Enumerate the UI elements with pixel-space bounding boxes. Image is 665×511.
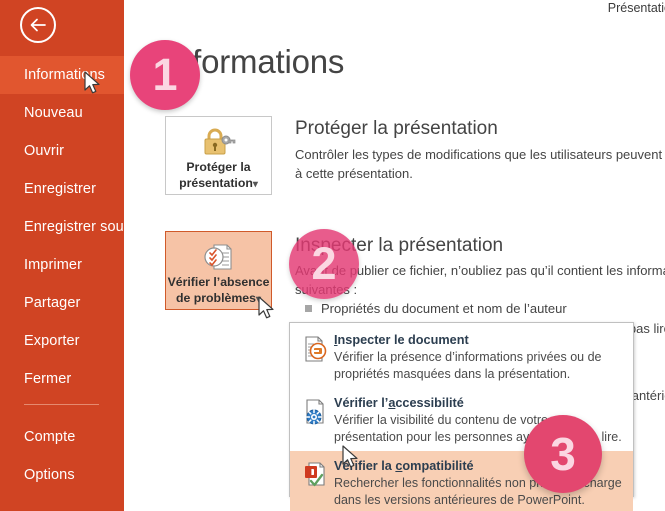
compatibility-check-glyph xyxy=(305,462,325,487)
menu-item-title: Vérifier la compatibilité xyxy=(334,459,474,473)
sidebar-item-informations[interactable]: Informations xyxy=(0,56,124,94)
chevron-down-icon[interactable]: ▾ xyxy=(256,294,261,305)
bullet-square-icon xyxy=(305,305,312,312)
menu-item-description: Vérifier la présence d’informations priv… xyxy=(334,350,602,381)
menu-item-title: Inspecter le document xyxy=(334,333,469,347)
protect-section-title: Protéger la présentation xyxy=(295,118,498,139)
sidebar-item-ouvrir[interactable]: Ouvrir xyxy=(0,132,124,170)
sidebar-item-nouveau[interactable]: Nouveau xyxy=(0,94,124,132)
back-arrow-glyph xyxy=(30,18,46,32)
menu-item-inspecter-le-document[interactable]: Inspecter le document Vérifier la présen… xyxy=(290,325,633,388)
sidebar-item-label: Nouveau xyxy=(24,105,83,121)
compatibility-check-icon xyxy=(298,456,334,494)
callout-badge-1: 1 xyxy=(130,40,200,110)
powerpoint-backstage-screen: Informations Nouveau Ouvrir Enregistrer … xyxy=(0,0,665,511)
sidebar-item-label: Fermer xyxy=(24,371,72,387)
document-check-glyph xyxy=(203,244,232,270)
sidebar-item-label: Compte xyxy=(24,429,76,445)
sidebar-item-compte[interactable]: Compte xyxy=(0,418,124,456)
sidebar-item-partager[interactable]: Partager xyxy=(0,284,124,322)
accessibility-icon xyxy=(298,393,334,431)
callout-badge-3: 3 xyxy=(524,415,602,493)
protect-button-label: Protéger la présentation▾ xyxy=(179,160,258,190)
sidebar-item-options[interactable]: Options xyxy=(0,456,124,494)
lock-key-icon xyxy=(201,125,237,159)
protect-section-description: Contrôler les types de modifications que… xyxy=(295,147,665,181)
sidebar-item-label: Partager xyxy=(24,295,81,311)
sidebar-item-exporter[interactable]: Exporter xyxy=(0,322,124,360)
menu-item-title: Vérifier l’accessibilité xyxy=(334,396,464,410)
sidebar-item-label: Enregistrer sous xyxy=(24,219,132,235)
sidebar-item-fermer[interactable]: Fermer xyxy=(0,360,124,398)
chevron-down-icon[interactable]: ▾ xyxy=(253,179,258,190)
sidebar-item-label: Informations xyxy=(24,67,105,83)
sidebar-divider xyxy=(24,404,99,405)
sidebar-item-label: Imprimer xyxy=(24,257,82,273)
accessibility-glyph xyxy=(306,399,324,425)
sidebar-item-label: Enregistrer xyxy=(24,181,97,197)
check-for-issues-button[interactable]: Vérifier l’absence de problèmes▾ xyxy=(165,231,272,310)
sidebar-item-imprimer[interactable]: Imprimer xyxy=(0,246,124,284)
protect-presentation-button[interactable]: Protéger la présentation▾ xyxy=(165,116,272,195)
sidebar-item-label: Ouvrir xyxy=(24,143,65,159)
menu-item-text: Inspecter le document Vérifier la présen… xyxy=(334,330,602,383)
backstage-sidebar: Informations Nouveau Ouvrir Enregistrer … xyxy=(0,0,131,511)
check-for-issues-label: Vérifier l’absence de problèmes▾ xyxy=(167,275,270,305)
inspect-bullet-text: Propriétés du document et nom de l’auteu… xyxy=(321,301,567,316)
callout-badge-2: 2 xyxy=(289,229,359,299)
lock-key-glyph xyxy=(204,128,235,155)
inspect-document-icon xyxy=(298,330,334,368)
document-check-icon xyxy=(202,240,236,274)
sidebar-item-enregistrer[interactable]: Enregistrer xyxy=(0,170,124,208)
sidebar-item-label: Exporter xyxy=(24,333,80,349)
inspect-document-glyph xyxy=(305,336,327,362)
document-title: Présentatio xyxy=(607,1,665,15)
back-arrow-icon[interactable] xyxy=(20,7,56,43)
sidebar-item-label: Options xyxy=(24,467,75,483)
inspect-bullet: Propriétés du document et nom de l’auteu… xyxy=(305,299,665,318)
sidebar-item-enregistrer-sous[interactable]: Enregistrer sous xyxy=(0,208,131,246)
